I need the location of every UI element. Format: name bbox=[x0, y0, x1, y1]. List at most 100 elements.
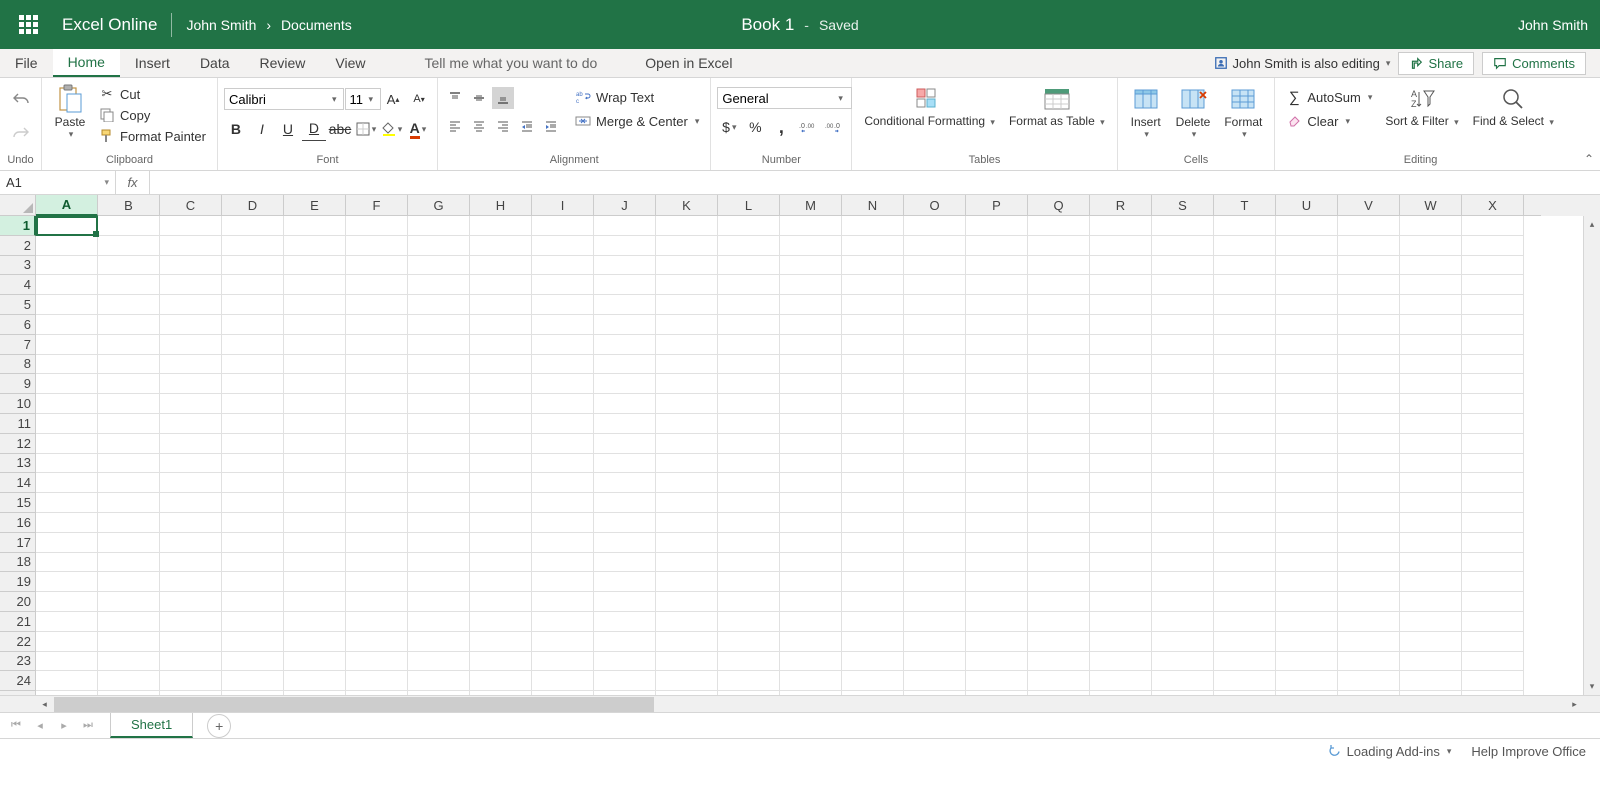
increase-indent-button[interactable] bbox=[540, 115, 562, 137]
cell-H3[interactable] bbox=[470, 256, 532, 276]
cell-J24[interactable] bbox=[594, 671, 656, 691]
cell-A15[interactable] bbox=[36, 493, 98, 513]
document-title[interactable]: Book 1 bbox=[741, 15, 794, 35]
cell-Q19[interactable] bbox=[1028, 572, 1090, 592]
cell-X13[interactable] bbox=[1462, 454, 1524, 474]
cell-C14[interactable] bbox=[160, 473, 222, 493]
cell-H5[interactable] bbox=[470, 295, 532, 315]
cell-M23[interactable] bbox=[780, 652, 842, 672]
cell-F3[interactable] bbox=[346, 256, 408, 276]
cell-X3[interactable] bbox=[1462, 256, 1524, 276]
cell-F6[interactable] bbox=[346, 315, 408, 335]
tell-me-search[interactable]: Tell me what you want to do bbox=[411, 49, 612, 77]
cell-C19[interactable] bbox=[160, 572, 222, 592]
cell-E16[interactable] bbox=[284, 513, 346, 533]
cell-X15[interactable] bbox=[1462, 493, 1524, 513]
cell-O5[interactable] bbox=[904, 295, 966, 315]
cell-A2[interactable] bbox=[36, 236, 98, 256]
cell-D24[interactable] bbox=[222, 671, 284, 691]
row-header-4[interactable]: 4 bbox=[0, 275, 36, 295]
cell-B5[interactable] bbox=[98, 295, 160, 315]
cell-L11[interactable] bbox=[718, 414, 780, 434]
align-bottom-button[interactable] bbox=[492, 87, 514, 109]
cell-F10[interactable] bbox=[346, 394, 408, 414]
cell-W1[interactable] bbox=[1400, 216, 1462, 236]
cell-H22[interactable] bbox=[470, 632, 532, 652]
cell-F18[interactable] bbox=[346, 553, 408, 573]
cell-P2[interactable] bbox=[966, 236, 1028, 256]
collapse-ribbon-button[interactable]: ⌃ bbox=[1584, 152, 1594, 166]
cell-P11[interactable] bbox=[966, 414, 1028, 434]
cell-H25[interactable] bbox=[470, 691, 532, 695]
cell-P21[interactable] bbox=[966, 612, 1028, 632]
cell-O13[interactable] bbox=[904, 454, 966, 474]
cell-F21[interactable] bbox=[346, 612, 408, 632]
cell-C18[interactable] bbox=[160, 553, 222, 573]
cell-E6[interactable] bbox=[284, 315, 346, 335]
cell-G11[interactable] bbox=[408, 414, 470, 434]
cell-Q24[interactable] bbox=[1028, 671, 1090, 691]
row-header-14[interactable]: 14 bbox=[0, 473, 36, 493]
cell-B22[interactable] bbox=[98, 632, 160, 652]
cell-T23[interactable] bbox=[1214, 652, 1276, 672]
cell-Q23[interactable] bbox=[1028, 652, 1090, 672]
cell-N12[interactable] bbox=[842, 434, 904, 454]
cell-U1[interactable] bbox=[1276, 216, 1338, 236]
cell-T15[interactable] bbox=[1214, 493, 1276, 513]
cell-U15[interactable] bbox=[1276, 493, 1338, 513]
cell-T14[interactable] bbox=[1214, 473, 1276, 493]
cell-J25[interactable] bbox=[594, 691, 656, 695]
cell-T25[interactable] bbox=[1214, 691, 1276, 695]
cell-C24[interactable] bbox=[160, 671, 222, 691]
cell-M15[interactable] bbox=[780, 493, 842, 513]
cell-S5[interactable] bbox=[1152, 295, 1214, 315]
column-header-E[interactable]: E bbox=[284, 195, 346, 216]
cell-W16[interactable] bbox=[1400, 513, 1462, 533]
cell-J9[interactable] bbox=[594, 374, 656, 394]
format-cells-button[interactable]: Format▾ bbox=[1218, 81, 1268, 142]
cell-J7[interactable] bbox=[594, 335, 656, 355]
cell-T19[interactable] bbox=[1214, 572, 1276, 592]
cell-S6[interactable] bbox=[1152, 315, 1214, 335]
cell-V7[interactable] bbox=[1338, 335, 1400, 355]
cell-S8[interactable] bbox=[1152, 355, 1214, 375]
cell-X6[interactable] bbox=[1462, 315, 1524, 335]
cell-D16[interactable] bbox=[222, 513, 284, 533]
cells-area[interactable] bbox=[36, 216, 1583, 695]
cell-Q9[interactable] bbox=[1028, 374, 1090, 394]
formula-input[interactable] bbox=[150, 171, 1600, 194]
cell-W13[interactable] bbox=[1400, 454, 1462, 474]
column-header-M[interactable]: M bbox=[780, 195, 842, 216]
cell-X19[interactable] bbox=[1462, 572, 1524, 592]
cell-C22[interactable] bbox=[160, 632, 222, 652]
cell-I16[interactable] bbox=[532, 513, 594, 533]
cell-O24[interactable] bbox=[904, 671, 966, 691]
cell-M1[interactable] bbox=[780, 216, 842, 236]
cell-U24[interactable] bbox=[1276, 671, 1338, 691]
cell-R10[interactable] bbox=[1090, 394, 1152, 414]
cell-G15[interactable] bbox=[408, 493, 470, 513]
cell-T16[interactable] bbox=[1214, 513, 1276, 533]
cell-P23[interactable] bbox=[966, 652, 1028, 672]
cell-N21[interactable] bbox=[842, 612, 904, 632]
cell-H23[interactable] bbox=[470, 652, 532, 672]
cell-K12[interactable] bbox=[656, 434, 718, 454]
cell-C25[interactable] bbox=[160, 691, 222, 695]
cell-O10[interactable] bbox=[904, 394, 966, 414]
cell-X16[interactable] bbox=[1462, 513, 1524, 533]
cell-F16[interactable] bbox=[346, 513, 408, 533]
row-header-24[interactable]: 24 bbox=[0, 671, 36, 691]
cell-W18[interactable] bbox=[1400, 553, 1462, 573]
italic-button[interactable]: I bbox=[250, 117, 274, 141]
cell-H16[interactable] bbox=[470, 513, 532, 533]
cell-W4[interactable] bbox=[1400, 275, 1462, 295]
cell-W7[interactable] bbox=[1400, 335, 1462, 355]
cell-S21[interactable] bbox=[1152, 612, 1214, 632]
cell-J14[interactable] bbox=[594, 473, 656, 493]
cell-R6[interactable] bbox=[1090, 315, 1152, 335]
cell-M17[interactable] bbox=[780, 533, 842, 553]
cell-I19[interactable] bbox=[532, 572, 594, 592]
cell-G20[interactable] bbox=[408, 592, 470, 612]
cell-H24[interactable] bbox=[470, 671, 532, 691]
cell-F7[interactable] bbox=[346, 335, 408, 355]
